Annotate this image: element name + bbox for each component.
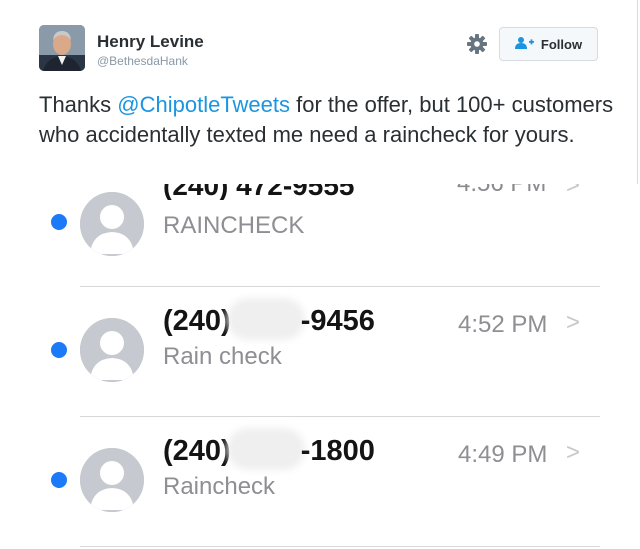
thread-divider xyxy=(80,546,600,547)
thread-preview[interactable]: Raincheck xyxy=(163,473,275,501)
unread-dot xyxy=(51,342,67,358)
redacted-digits xyxy=(232,304,299,334)
cropped-time: 4:56 PM xyxy=(457,184,546,198)
thread-divider xyxy=(80,286,600,287)
follow-person-icon xyxy=(514,36,535,53)
author-avatar[interactable] xyxy=(39,25,85,71)
phone-suffix: -9456 xyxy=(300,305,375,337)
thread-time: 4:52 PM xyxy=(458,311,548,338)
follow-button[interactable]: Follow xyxy=(499,27,598,61)
phone-prefix: (240) xyxy=(163,435,231,467)
author-handle[interactable]: @BethesdaHank xyxy=(97,54,188,68)
unread-dot xyxy=(51,472,67,488)
chevron-right-icon: > xyxy=(566,184,581,199)
thread-time: 4:49 PM xyxy=(458,441,548,468)
thread-divider xyxy=(80,416,600,417)
messages-screenshot: (240) 472-9555 4:56 PM > RAINCHECK (240)… xyxy=(0,184,640,549)
unread-dot xyxy=(51,214,67,230)
redacted-digits xyxy=(232,434,299,464)
thread-phone-number[interactable]: (240) -9456 xyxy=(163,304,375,338)
thread-preview[interactable]: Rain check xyxy=(163,343,282,371)
contact-avatar-icon xyxy=(80,318,144,382)
tweet-text: Thanks @ChipotleTweets for the offer, bu… xyxy=(39,90,619,150)
phone-suffix: -1800 xyxy=(300,435,375,467)
contact-avatar-icon xyxy=(80,448,144,512)
thread-phone-number[interactable]: (240) -1800 xyxy=(163,434,375,468)
mention-link[interactable]: @ChipotleTweets xyxy=(117,92,290,117)
panel-edge xyxy=(637,0,638,190)
thread-preview[interactable]: RAINCHECK xyxy=(163,212,304,240)
author-name[interactable]: Henry Levine xyxy=(97,32,204,52)
chevron-right-icon[interactable]: > xyxy=(566,309,580,337)
follow-label: Follow xyxy=(540,36,583,52)
tweet-text-start: Thanks xyxy=(39,92,118,117)
contact-avatar-icon xyxy=(80,192,144,256)
gear-icon[interactable] xyxy=(466,33,488,55)
cropped-phone-number: (240) 472-9555 xyxy=(163,184,355,200)
chevron-right-icon[interactable]: > xyxy=(566,439,580,467)
phone-prefix: (240) xyxy=(163,305,231,337)
